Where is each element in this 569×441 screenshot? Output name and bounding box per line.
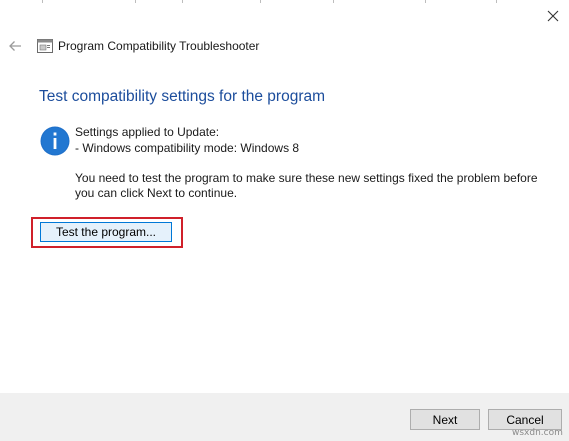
footer-bar bbox=[0, 393, 569, 441]
watermark: wsxdn.com bbox=[512, 428, 563, 438]
troubleshooter-window: Program Compatibility Troubleshooter Tes… bbox=[0, 0, 569, 441]
compatibility-setting: - Windows compatibility mode: Windows 8 bbox=[75, 141, 300, 155]
info-icon bbox=[40, 126, 70, 156]
edge-tick bbox=[42, 0, 43, 3]
instruction-text-line2: you can click Next to continue. bbox=[75, 186, 238, 200]
close-icon bbox=[547, 10, 559, 22]
window-title: Program Compatibility Troubleshooter bbox=[58, 39, 260, 53]
window-top-edge bbox=[0, 0, 569, 3]
edge-tick bbox=[260, 0, 261, 3]
troubleshooter-icon bbox=[37, 39, 53, 53]
edge-tick bbox=[496, 0, 497, 3]
page-heading: Test compatibility settings for the prog… bbox=[39, 88, 326, 105]
settings-label: Settings applied to Update: bbox=[75, 125, 220, 139]
edge-tick bbox=[182, 0, 183, 3]
edge-tick bbox=[333, 0, 334, 3]
edge-tick bbox=[135, 0, 136, 3]
back-arrow-icon bbox=[9, 41, 21, 51]
instruction-text-line1: You need to test the program to make sur… bbox=[75, 171, 538, 185]
cancel-button[interactable]: Cancel bbox=[488, 409, 562, 430]
next-button[interactable]: Next bbox=[410, 409, 480, 430]
test-program-button[interactable]: Test the program... bbox=[40, 222, 172, 242]
close-button[interactable] bbox=[538, 4, 568, 28]
edge-tick bbox=[425, 0, 426, 3]
back-button[interactable] bbox=[5, 36, 25, 56]
